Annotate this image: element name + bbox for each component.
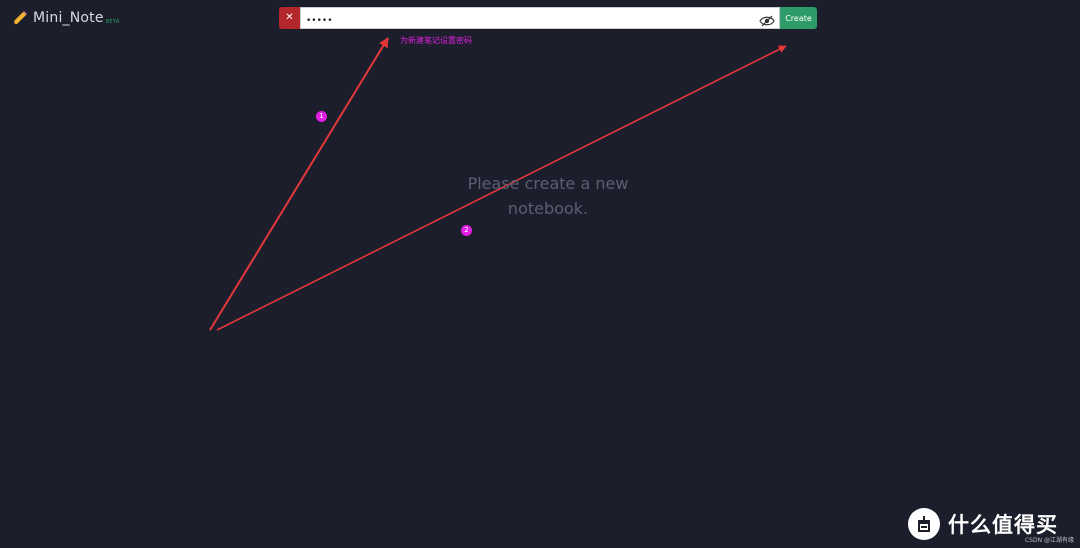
annotation-hint: 为新建笔记设置密码 xyxy=(400,36,472,45)
eye-slash-icon[interactable] xyxy=(759,12,775,27)
beta-badge: BETA xyxy=(105,19,120,25)
empty-state-line-1: Please create a new xyxy=(467,174,629,193)
watermark-logo-icon xyxy=(908,508,940,540)
create-button[interactable]: Create xyxy=(780,7,817,29)
password-input[interactable] xyxy=(301,11,779,31)
app-title: Mini_Note xyxy=(33,10,104,26)
brand: Mini_Note BETA xyxy=(12,8,120,28)
arrow-to-password xyxy=(209,37,389,331)
cancel-button[interactable]: ✕ xyxy=(279,7,300,29)
pencil-icon xyxy=(12,10,28,26)
empty-state-message: Please create a new notebook. xyxy=(440,171,656,221)
step-badge-2: 2 xyxy=(461,225,472,236)
step-badge-1: 1 xyxy=(316,111,327,122)
page: Mini_Note BETA ✕ Create 为新建笔记设置密码 1 2 xyxy=(0,0,1080,548)
password-field-wrapper xyxy=(300,7,780,31)
empty-state-line-2: notebook. xyxy=(507,199,589,218)
watermark-credit: CSDN @江湖有缘 xyxy=(1024,537,1074,544)
new-notebook-toolbar: ✕ Create xyxy=(279,7,817,31)
watermark: 什么值得买 xyxy=(908,508,1068,540)
annotation-arrows xyxy=(209,37,787,331)
